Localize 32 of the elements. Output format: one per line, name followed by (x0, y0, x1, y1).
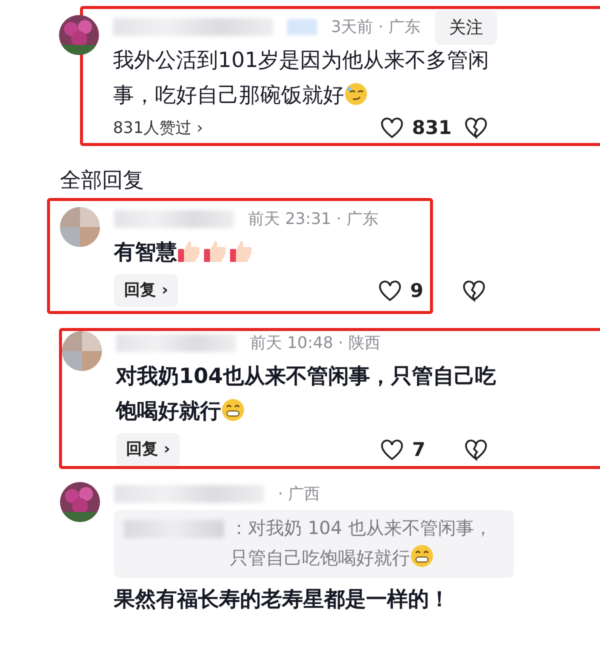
avatar[interactable] (60, 482, 100, 522)
thumbs-up-icon (177, 238, 203, 264)
comment-text: 我外公活到101岁是因为他从来不多管闲事，吃好自己那碗饭就好 (113, 47, 490, 109)
comment-meta: 3天前 · 广东 (331, 16, 420, 38)
reply-button[interactable]: 回复 › (116, 433, 180, 466)
heart-icon[interactable] (378, 280, 402, 302)
reply-meta: 前天 10:48 · 陕西 (250, 332, 380, 354)
like-count: 9 (410, 280, 424, 302)
reply-text: 对我奶104也从来不管闲事，只管自己吃饱喝好就行 (116, 363, 497, 425)
broken-heart-icon[interactable] (462, 280, 486, 302)
like-count: 7 (412, 438, 426, 460)
broken-heart-icon[interactable] (464, 438, 488, 460)
replies-heading: 全部回复 (60, 167, 145, 194)
quoted-text: ：对我奶 104 也从来不管闲事，只管自己吃饱喝好就行 (230, 517, 493, 571)
reply-text: 果然有福长寿的老寿星都是一样的！ (114, 586, 451, 613)
heart-icon[interactable] (380, 438, 404, 460)
thumbs-up-icon (203, 238, 229, 264)
heart-icon[interactable] (380, 117, 404, 139)
follow-button[interactable]: 关注 (435, 10, 497, 44)
reply-button[interactable]: 回复 › (114, 274, 178, 307)
likes-summary-link[interactable]: 831人赞过 › (113, 118, 204, 138)
smirking-face-icon (344, 82, 368, 106)
reply-meta: · 广西 (278, 484, 320, 504)
grinning-face-icon (221, 398, 245, 422)
blurred-badge (287, 19, 317, 35)
thumbs-up-icon (229, 238, 255, 264)
like-count: 831 (412, 117, 453, 139)
avatar[interactable] (59, 15, 99, 55)
grinning-face-icon (410, 544, 434, 568)
reply-text: 有智慧 (114, 235, 504, 270)
reply-meta: 前天 23:31 · 广东 (248, 208, 378, 230)
broken-heart-icon[interactable] (464, 117, 488, 139)
